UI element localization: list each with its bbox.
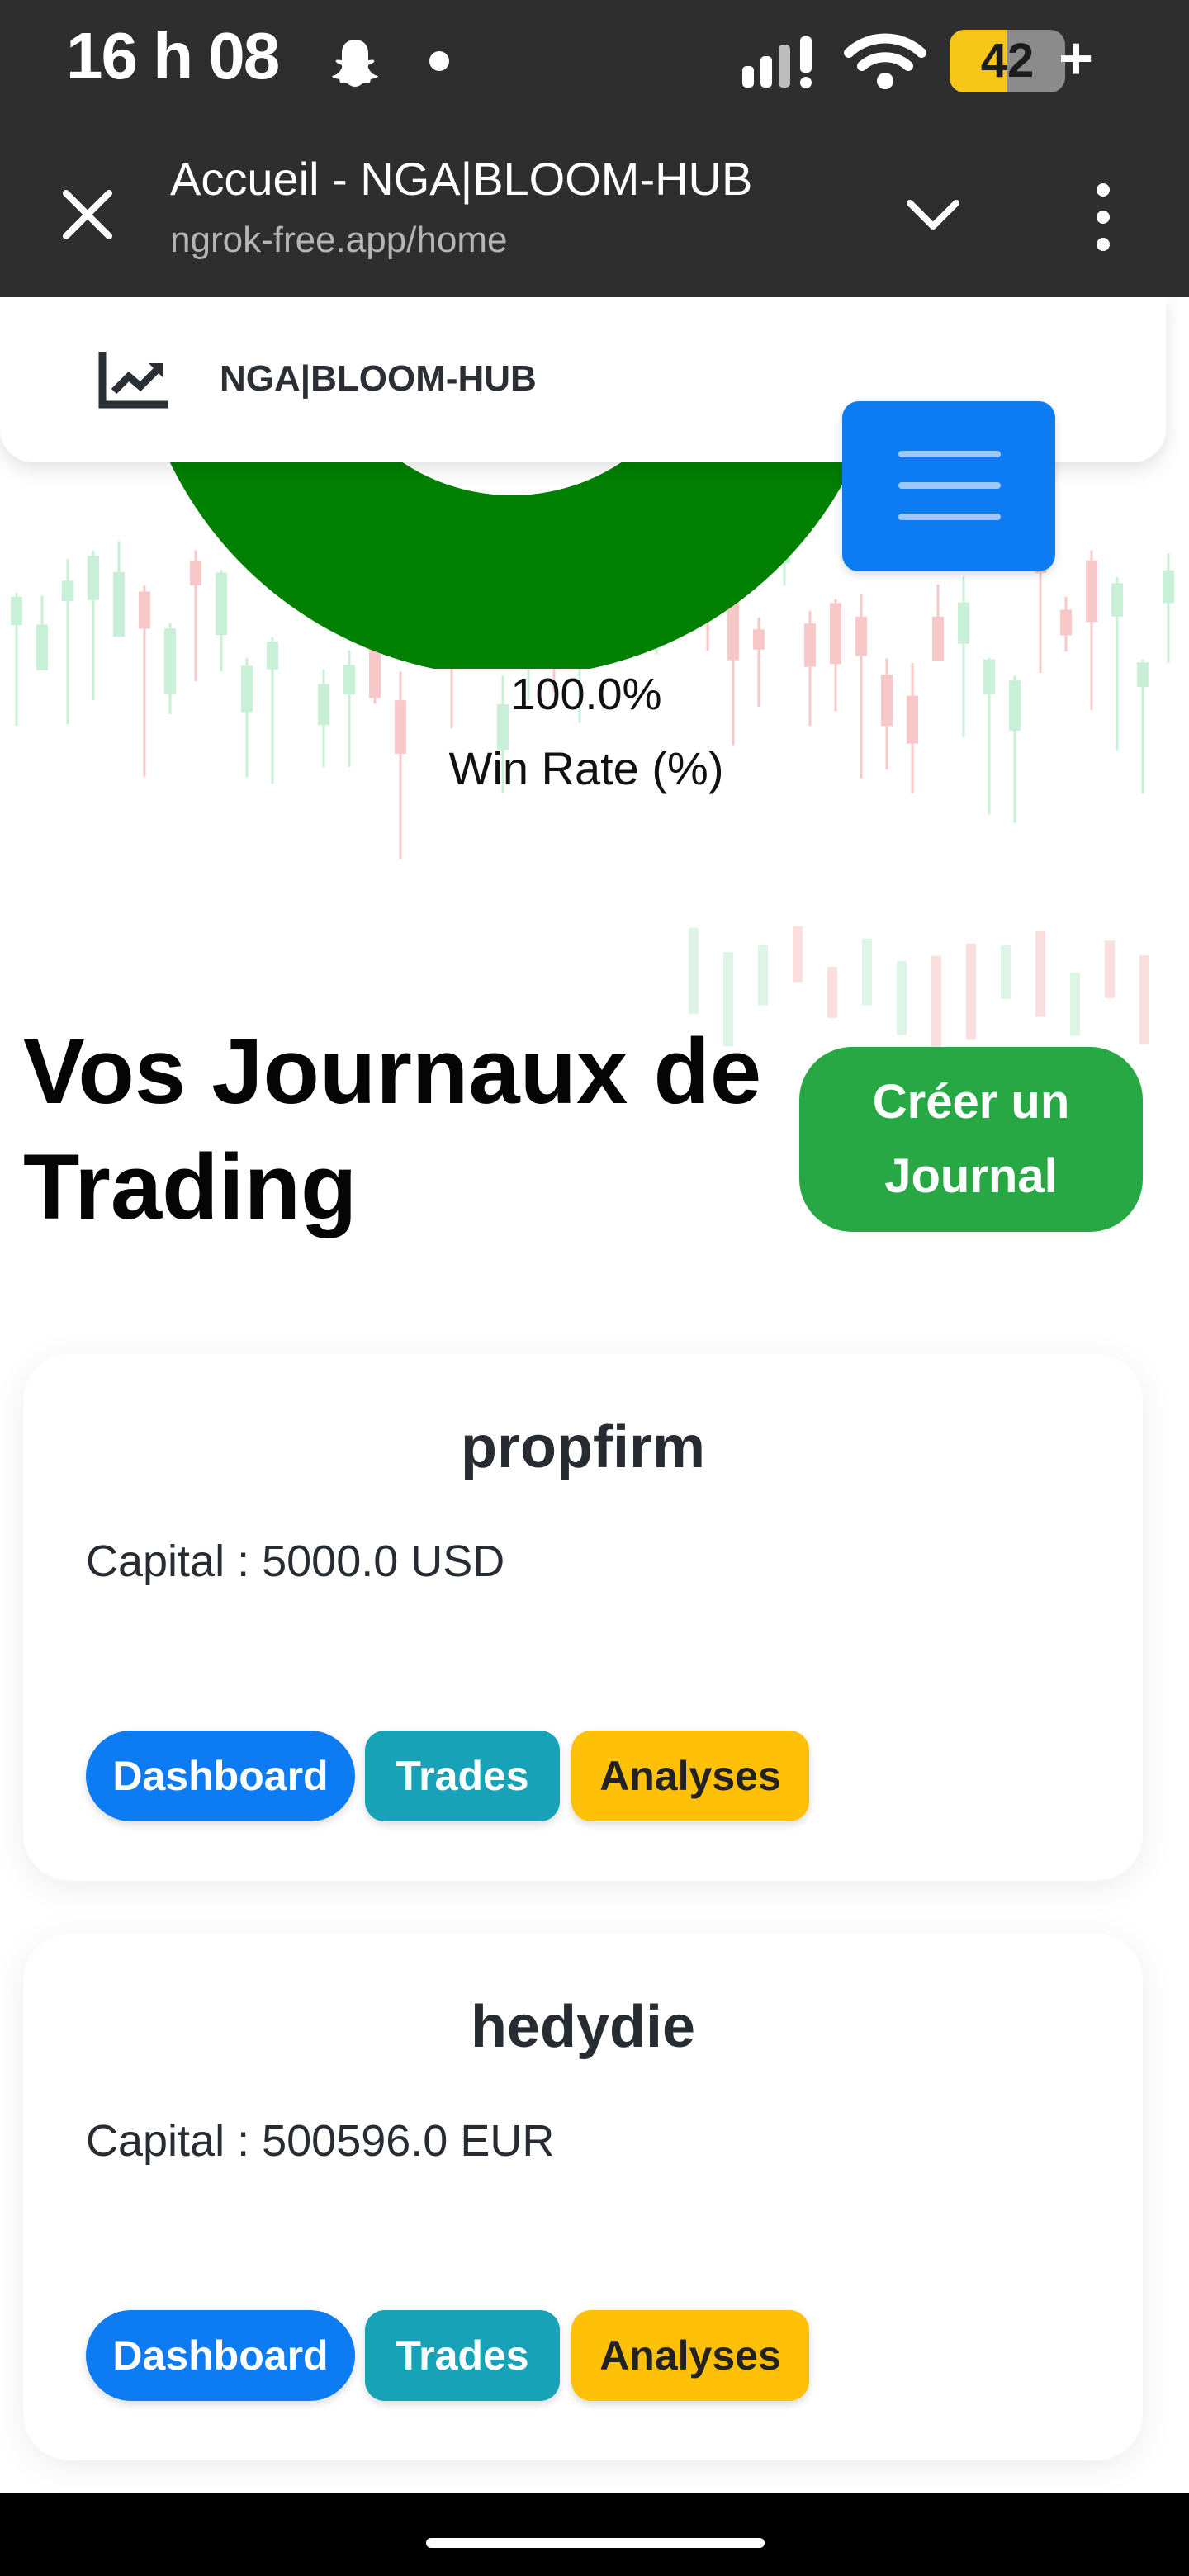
candle-body [862,938,872,1006]
charging-plus: + [1059,26,1094,92]
hamburger-menu-button[interactable] [842,401,1055,571]
candle-body [36,624,48,670]
close-icon[interactable] [54,182,121,248]
candle-body [1060,609,1072,636]
status-bar: 16 h 08 42 + [0,0,1189,132]
journal-name: propfirm [461,1414,705,1480]
candle-body [758,945,768,1006]
candle-body [11,596,22,626]
wifi-icon [844,33,926,89]
candle-body [1163,570,1174,604]
menu-line-icon [898,451,1001,457]
chevron-down-icon[interactable] [900,190,966,239]
snapchat-icon [332,40,378,87]
candle-body [1105,940,1115,998]
notification-dot-icon [429,51,449,71]
analyses-button[interactable]: Analyses [571,2310,809,2401]
journals-heading: Vos Journaux de Trading [23,1020,762,1238]
dashboard-button[interactable]: Dashboard [86,1731,355,1821]
menu-line-icon [898,482,1001,489]
win-rate-label: Win Rate (%) [448,742,724,794]
win-rate-value: 100.0% [510,670,662,719]
trades-button[interactable]: Trades [365,2310,560,2401]
dashboard-button[interactable]: Dashboard [86,2310,355,2401]
candle-body [1070,972,1080,1036]
battery-icon: 42 [950,30,1065,92]
page-url[interactable]: ngrok-free.app/home [170,220,507,261]
chart-line-icon[interactable] [97,352,168,410]
journal-card: hedydie Capital : 500596.0 EUR Dashboard… [23,1934,1143,2460]
create-journal-button[interactable]: Créer un Journal [799,1047,1143,1232]
candle-body [1111,583,1123,617]
candle-body [1086,560,1097,623]
candle-body [689,927,699,1015]
candle-body [113,571,125,637]
status-time: 16 h 08 [66,19,280,92]
candle-body [931,955,941,1049]
page-title: Accueil - NGA|BLOOM-HUB [170,153,753,205]
brand-name[interactable]: NGA|BLOOM-HUB [220,358,537,400]
trades-button[interactable]: Trades [365,1731,560,1821]
journal-capital: Capital : 500596.0 EUR [86,2116,555,2166]
more-options-icon[interactable] [1087,180,1120,254]
analyses-button[interactable]: Analyses [571,1731,809,1821]
journal-name: hedydie [470,1994,696,2060]
candle-body [1139,955,1149,1044]
candle-body [932,616,944,661]
journal-capital: Capital : 5000.0 USD [86,1537,505,1586]
candle-body [793,926,803,983]
candle-body [897,960,907,1035]
battery-level: 42 [980,34,1035,88]
candle-body [62,580,73,601]
system-nav-bar [0,2493,1189,2576]
candle-body [958,602,969,644]
web-page: 100.0% Win Rate (%) NGA|BLOOM-HUB Vos Jo… [0,297,1189,2493]
candle-body [966,943,976,1040]
candle-body [1035,931,1045,1017]
create-journal-label: Créer un Journal [872,1075,1070,1203]
signal-icon [742,36,812,88]
browser-toolbar: Accueil - NGA|BLOOM-HUB ngrok-free.app/h… [0,132,1189,297]
journal-card: propfirm Capital : 5000.0 USD Dashboard … [23,1354,1143,1881]
candle-body [827,967,837,1018]
home-indicator[interactable] [426,2538,765,2548]
candle-body [1001,945,1011,999]
candle-body [88,556,99,600]
menu-line-icon [898,514,1001,520]
